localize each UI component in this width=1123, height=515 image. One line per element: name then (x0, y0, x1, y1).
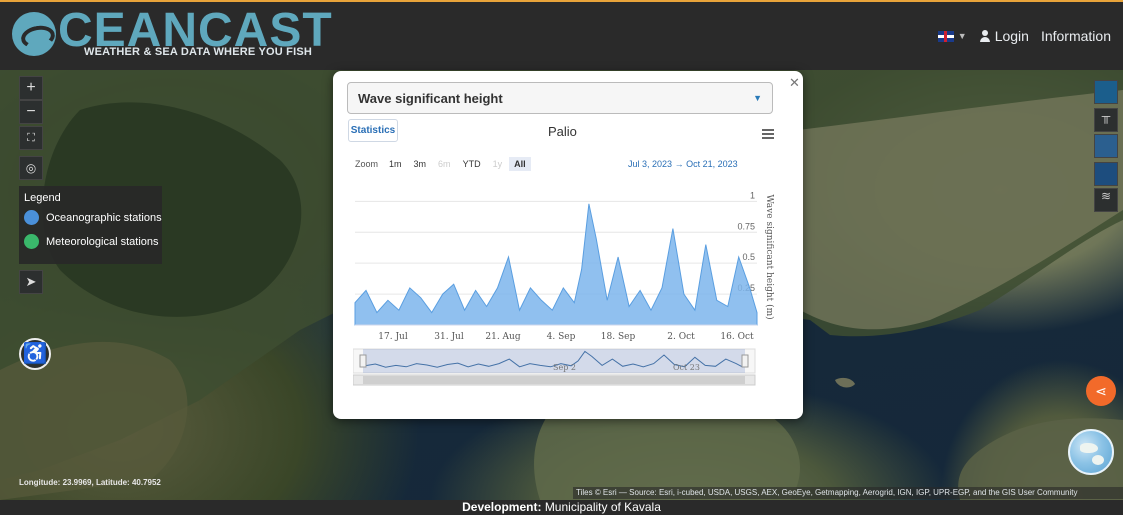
zoom-1m-button[interactable]: 1m (384, 157, 407, 171)
zoom-in-button[interactable]: + (19, 76, 43, 100)
wave-height-chart[interactable]: 0.250.50.751Wave significant height (m)1… (353, 181, 793, 411)
legend-item-label: Meteorological stations (46, 235, 159, 248)
footer-label: Development: (462, 500, 542, 514)
range-selector: Zoom 1m 3m 6m YTD 1y All (355, 157, 533, 171)
navigator-label: Oct 23 (673, 363, 700, 372)
header-nav: ▼ Login Information (937, 28, 1111, 44)
oceanographic-station-icon (24, 210, 39, 225)
uk-flag-icon[interactable] (937, 30, 954, 42)
login-link[interactable]: Login (995, 28, 1029, 44)
navigator-label: Sep 2 (553, 363, 576, 372)
user-icon (979, 30, 991, 42)
layer-rain-icon[interactable]: ╥ (1094, 108, 1118, 132)
range-from: Jul 3, 2023 (628, 159, 673, 169)
layer-globe-icon[interactable] (1094, 134, 1118, 158)
navigator-handle-left (359, 354, 367, 368)
y-tick-label: 0.5 (742, 252, 755, 262)
logo-wave-icon (12, 12, 56, 56)
layer-ocean-icon[interactable] (1094, 80, 1118, 104)
x-tick-label: 2. Oct (667, 332, 695, 342)
camera-icon[interactable]: ◎ (19, 156, 43, 180)
fullscreen-icon[interactable]: ⛶ (19, 126, 43, 150)
language-caret-icon[interactable]: ▼ (958, 31, 967, 41)
zoom-3m-button[interactable]: 3m (409, 157, 432, 171)
date-range[interactable]: Jul 3, 2023 → Oct 21, 2023 (628, 159, 738, 169)
navigation-arrow-icon[interactable]: ➤ (19, 270, 43, 294)
zoom-1y-button: 1y (492, 159, 503, 169)
x-tick-label: 4. Sep (547, 332, 576, 342)
range-to: Oct 21, 2023 (686, 159, 738, 169)
legend-title: Legend (24, 192, 61, 204)
series-area (354, 203, 758, 326)
x-tick-label: 18. Sep (601, 332, 636, 342)
zoom-all-button[interactable]: All (509, 157, 531, 171)
information-link[interactable]: Information (1041, 28, 1111, 44)
coordinates-readout: Longitude: 23.9969, Latitude: 40.7952 (19, 478, 161, 487)
navigator-handle-right (741, 354, 749, 368)
layer-wave-icon[interactable] (1094, 162, 1118, 186)
y-axis-label: Wave significant height (m) (764, 194, 775, 319)
y-tick-label: 0.75 (737, 221, 755, 231)
statistics-button[interactable]: Statistics (348, 119, 398, 142)
layer-wind-icon[interactable]: ≋ (1094, 188, 1118, 212)
app-header: CEANCAST WEATHER & SEA DATA WHERE YOU FI… (0, 0, 1123, 70)
chart-menu-icon[interactable] (762, 129, 774, 139)
basemap-globe-icon[interactable] (1068, 429, 1114, 475)
station-chart-modal: ✕ Wave significant height ▼ Statistics P… (333, 71, 803, 419)
footer-value: Municipality of Kavala (544, 500, 661, 514)
y-tick-label: 1 (750, 190, 755, 200)
zoom-out-button[interactable]: − (19, 100, 43, 124)
navigator-scrollbar-thumb (363, 376, 745, 384)
zoom-ytd-button[interactable]: YTD (458, 157, 486, 171)
zoom-label: Zoom (355, 159, 379, 169)
x-tick-label: 17. Jul (378, 332, 408, 342)
close-icon[interactable]: ✕ (789, 75, 800, 91)
chevron-down-icon: ▼ (753, 93, 762, 103)
legend-panel: Legend Oceanographic stations Meteorolog… (19, 186, 162, 264)
variable-select[interactable]: Wave significant height ▼ (347, 82, 773, 114)
wheelchair-icon[interactable]: ♿ (19, 338, 51, 370)
legend-item-meteorological[interactable]: Meteorological stations (24, 234, 159, 249)
x-tick-label: 16. Oct (720, 332, 754, 342)
zoom-6m-button: 6m (438, 159, 451, 169)
x-tick-label: 31. Jul (434, 332, 464, 342)
logo-tagline: WEATHER & SEA DATA WHERE YOU FISH (84, 46, 313, 58)
variable-select-value: Wave significant height (358, 91, 503, 106)
share-icon[interactable]: ⋖ (1086, 376, 1116, 406)
legend-item-oceanographic[interactable]: Oceanographic stations (24, 210, 162, 225)
range-arrow: → (674, 159, 684, 169)
chart-title: Palio (548, 124, 577, 139)
footer: Development: Municipality of Kavala (0, 500, 1123, 515)
map-attribution: Tiles © Esri — Source: Esri, i-cubed, US… (573, 487, 1123, 499)
legend-item-label: Oceanographic stations (46, 211, 162, 224)
meteorological-station-icon (24, 234, 39, 249)
x-tick-label: 21. Aug (485, 332, 520, 342)
